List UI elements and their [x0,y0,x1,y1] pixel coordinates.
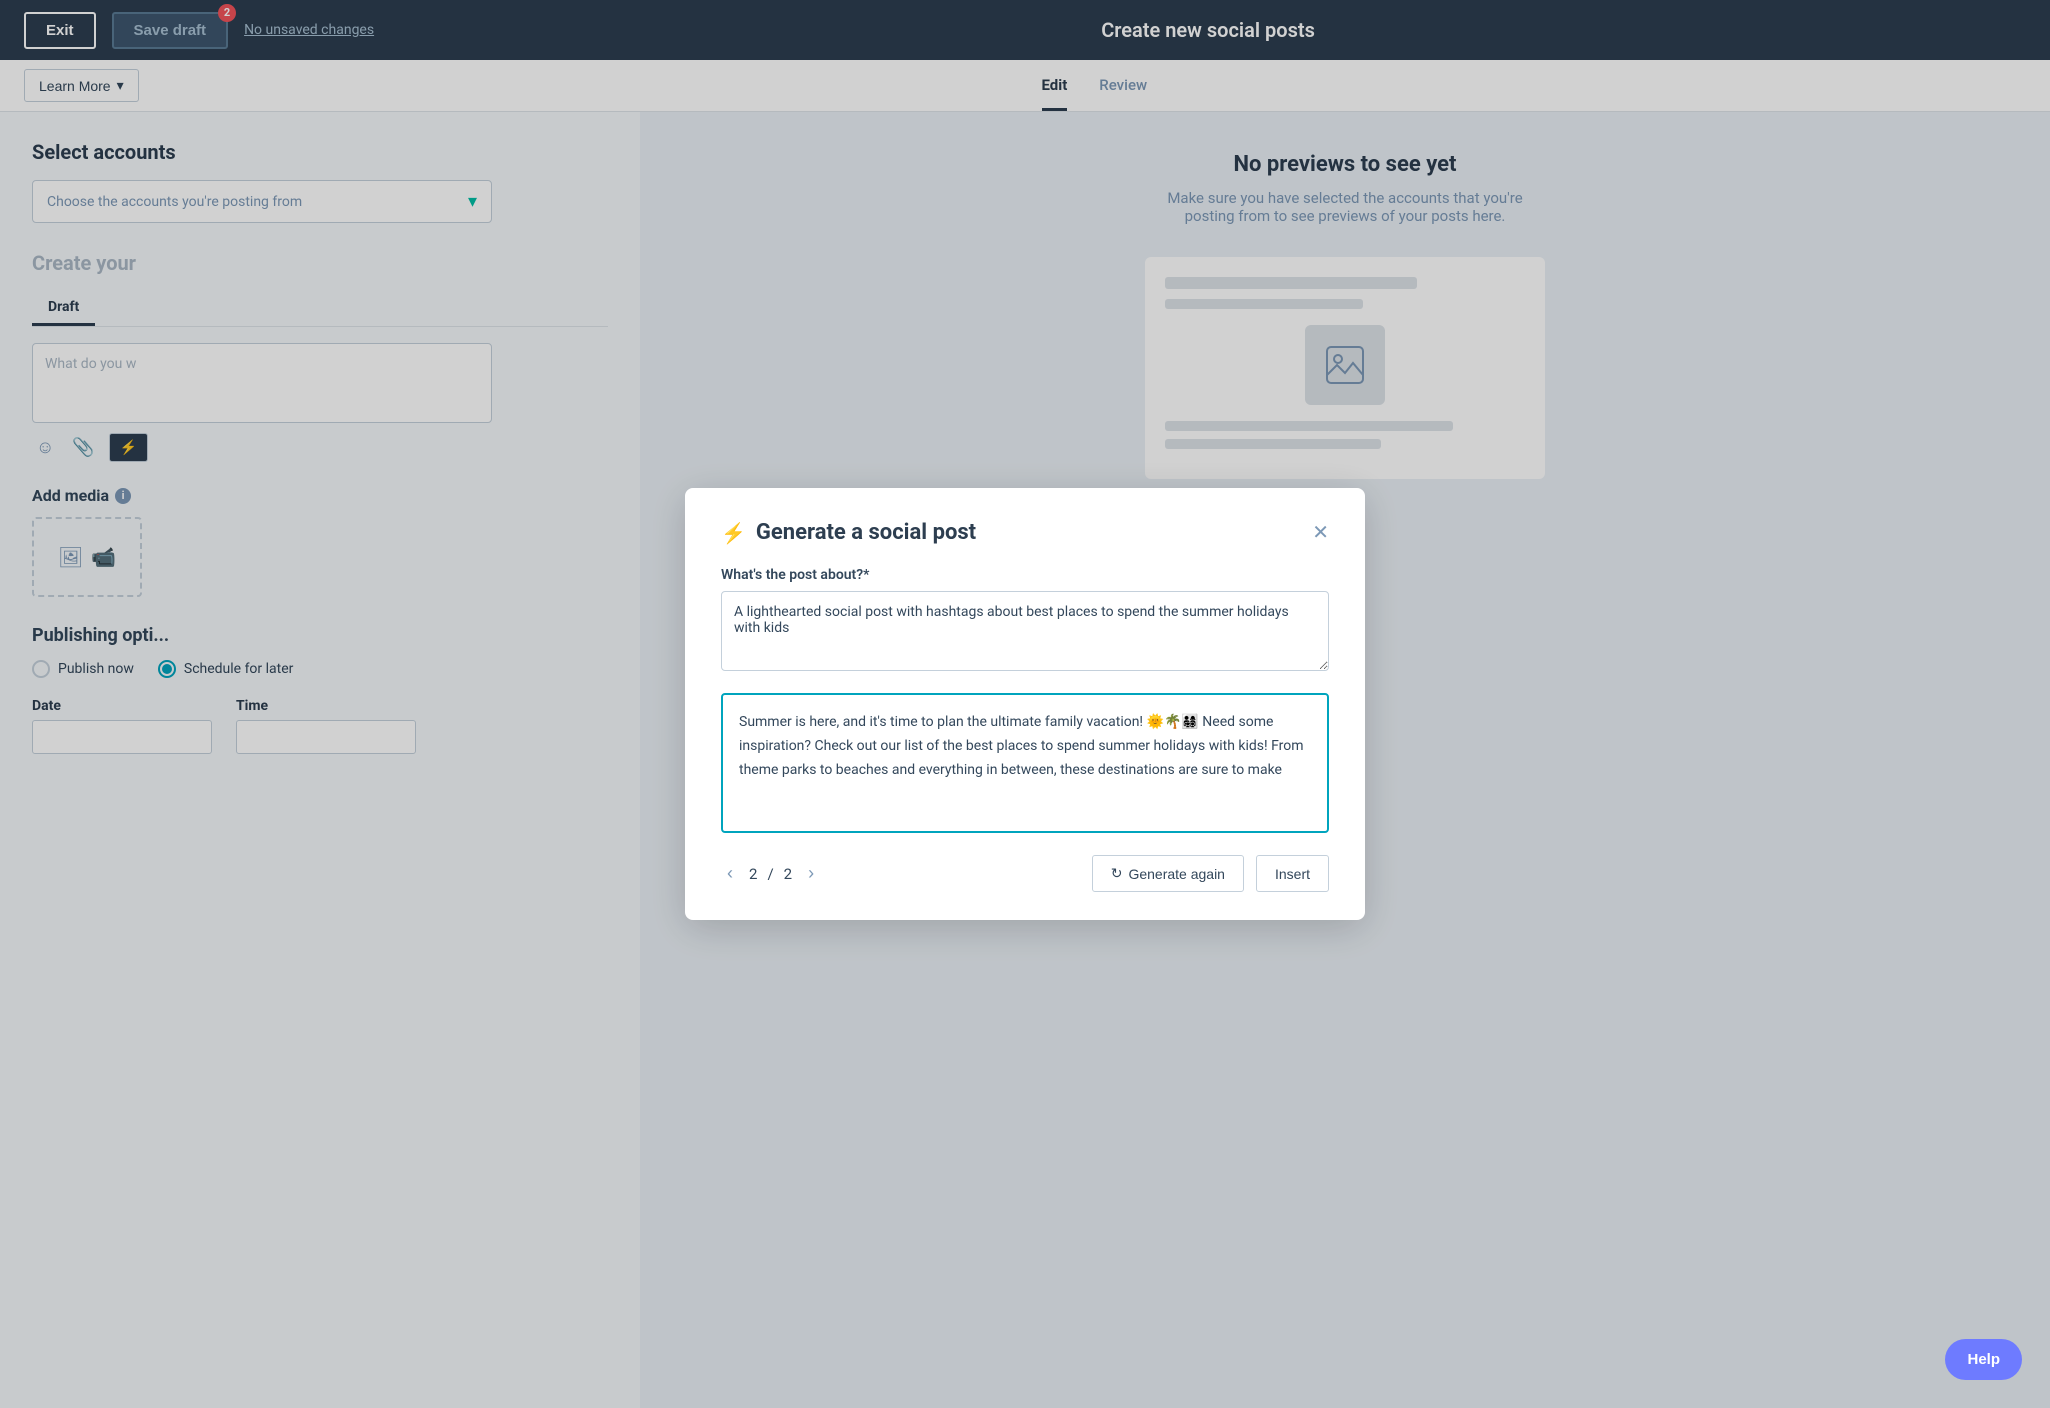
pagination-separator: / [767,865,773,883]
refresh-icon: ↻ [1111,865,1123,882]
modal-title: ⚡ Generate a social post [721,520,976,545]
help-button[interactable]: Help [1945,1339,2022,1380]
modal-header: ⚡ Generate a social post ✕ [721,520,1329,545]
modal-footer: ‹ 2 / 2 › ↻ Generate again Insert [721,855,1329,892]
modal-overlay[interactable]: ⚡ Generate a social post ✕ What's the po… [0,0,2050,1408]
pagination-current: 2 [749,865,757,883]
generate-social-post-modal: ⚡ Generate a social post ✕ What's the po… [685,488,1365,920]
insert-button[interactable]: Insert [1256,855,1329,892]
pagination-prev-button[interactable]: ‹ [721,861,739,886]
modal-close-button[interactable]: ✕ [1312,523,1329,543]
topic-label: What's the post about?* [721,567,1329,583]
generate-again-label: Generate again [1128,866,1225,882]
lightning-icon: ⚡ [721,521,746,545]
topic-textarea[interactable]: A lighthearted social post with hashtags… [721,591,1329,671]
modal-actions: ↻ Generate again Insert [1092,855,1329,892]
pagination-total: 2 [784,865,792,883]
pagination-next-button[interactable]: › [802,861,820,886]
generate-again-button[interactable]: ↻ Generate again [1092,855,1244,892]
generated-text-box: Summer is here, and it's time to plan th… [721,693,1329,833]
pagination: ‹ 2 / 2 › [721,861,820,886]
